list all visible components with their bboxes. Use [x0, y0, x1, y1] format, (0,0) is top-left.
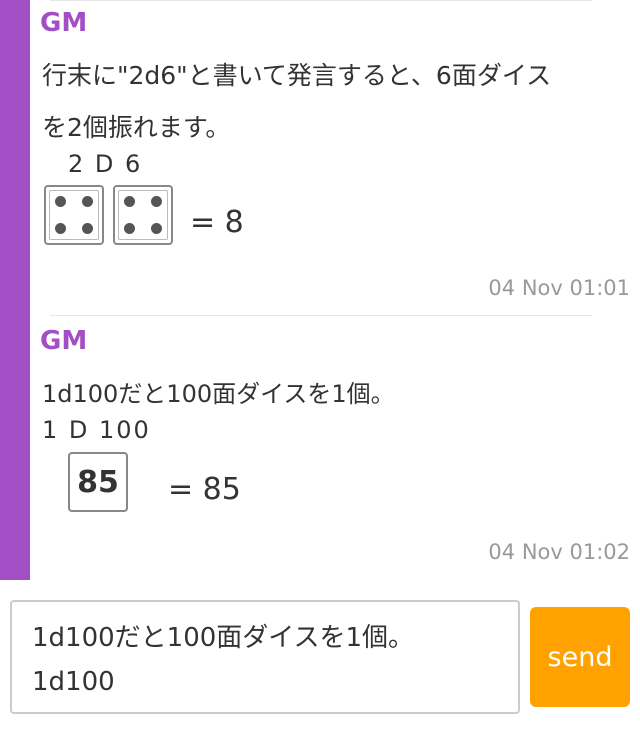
message-sender: GM [40, 326, 88, 356]
chat-log[interactable]: GM 行末に"2d6"と書いて発言すると、6面ダイス を2個振れます。 2 D … [30, 0, 640, 580]
dice-face-4 [44, 185, 104, 245]
dice-result: = 85 [168, 472, 241, 507]
message-timestamp: 04 Nov 01:01 [488, 276, 630, 300]
message-composer: 1d100だと100面ダイスを1個。 1d100 send [0, 580, 640, 734]
chat-message: GM 行末に"2d6"と書いて発言すると、6面ダイス を2個振れます。 2 D … [30, 0, 630, 315]
message-sender: GM [40, 8, 88, 38]
dice-notation: 2 D 6 [68, 150, 143, 178]
message-text-line: 1d100だと100面ダイスを1個。 [42, 380, 395, 408]
message-text: 1d100だと100面ダイスを1個。 [42, 368, 395, 420]
dice-face-4 [113, 185, 173, 245]
accent-bar [0, 0, 30, 580]
message-text: 行末に"2d6"と書いて発言すると、6面ダイス を2個振れます。 [42, 50, 551, 154]
send-button[interactable]: send [530, 607, 630, 707]
dice-value-box: 85 [68, 452, 128, 512]
dice-notation: 1 D 100 [42, 416, 151, 444]
dice-result: = 8 [190, 205, 244, 240]
chat-message: GM 1d100だと100面ダイスを1個。 1 D 100 85 = 85 04… [30, 316, 630, 578]
message-text-line: を2個振れます。 [42, 113, 231, 142]
message-input[interactable]: 1d100だと100面ダイスを1個。 1d100 [10, 600, 520, 714]
message-text-line: 行末に"2d6"と書いて発言すると、6面ダイス [42, 61, 552, 90]
message-timestamp: 04 Nov 01:02 [488, 540, 630, 564]
